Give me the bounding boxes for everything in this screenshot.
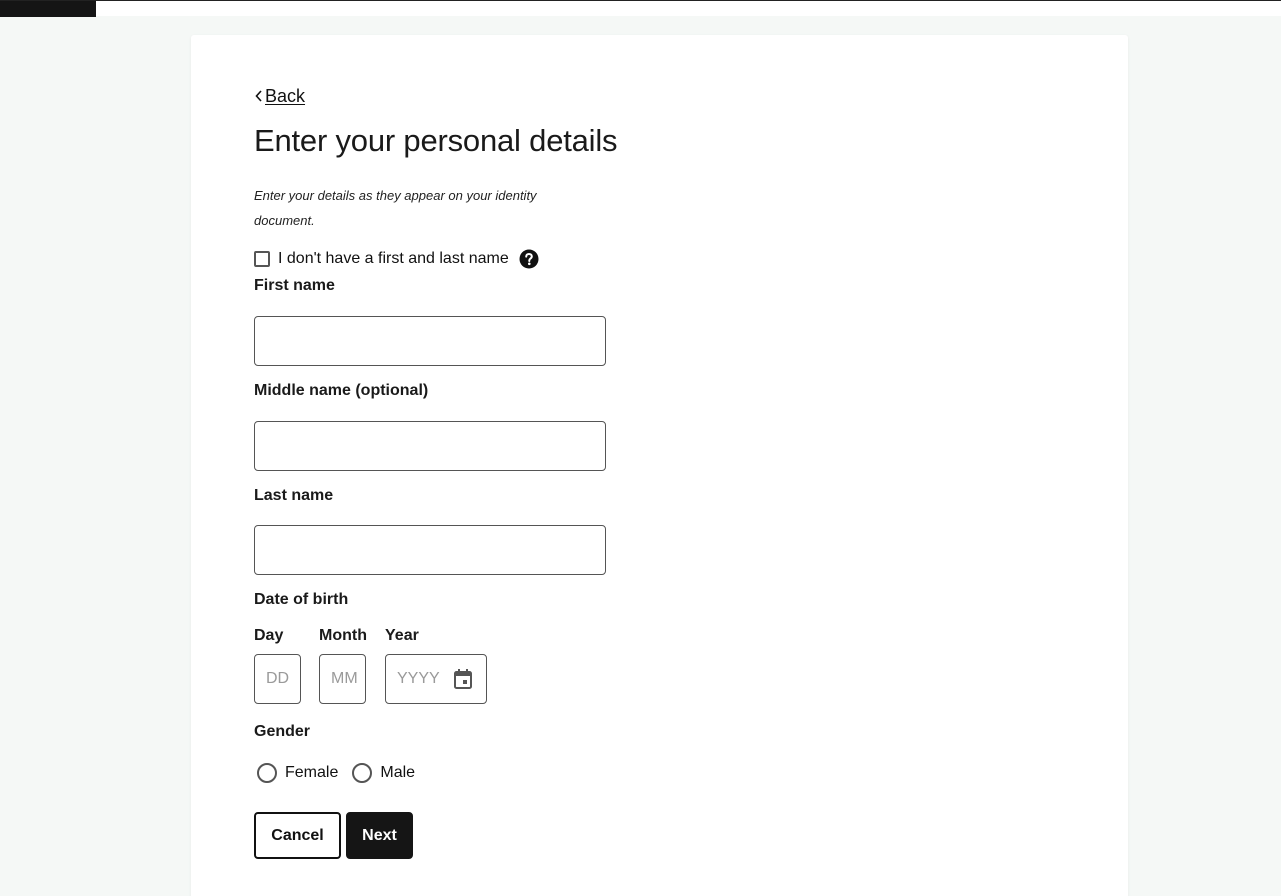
cancel-button[interactable]: Cancel (254, 812, 341, 859)
form-card: Back Enter your personal details Enter y… (191, 35, 1128, 896)
browser-top-bar (0, 0, 1281, 17)
day-input[interactable] (254, 654, 301, 704)
top-bar-tab (0, 1, 96, 17)
middle-name-label: Middle name (optional) (254, 382, 429, 399)
no-name-label: I don't have a first and last name (278, 250, 509, 267)
page-title: Enter your personal details (254, 123, 618, 158)
no-name-option: I don't have a first and last name (254, 248, 539, 270)
last-name-label: Last name (254, 487, 334, 504)
gender-option-male[interactable]: Male (352, 763, 415, 783)
male-label: Male (380, 764, 416, 781)
gender-label: Gender (254, 723, 311, 740)
calendar-icon[interactable] (453, 668, 473, 690)
last-name-input[interactable] (254, 525, 606, 575)
date-of-birth-label: Date of birth (254, 591, 349, 608)
chevron-left-icon (255, 90, 262, 102)
intro-text: Enter your details as they appear on you… (254, 188, 537, 228)
no-name-checkbox[interactable] (254, 251, 270, 267)
month-input[interactable] (319, 654, 366, 704)
year-label: Year (385, 627, 419, 644)
middle-name-input[interactable] (254, 421, 606, 471)
female-label: Female (285, 764, 339, 781)
month-label: Month (319, 627, 367, 644)
next-button[interactable]: Next (346, 812, 413, 859)
first-name-label: First name (254, 277, 335, 294)
gender-options: Female Male (257, 762, 429, 784)
back-link[interactable]: Back (254, 85, 305, 107)
first-name-input[interactable] (254, 316, 606, 366)
day-label: Day (254, 627, 284, 644)
question-circle-icon[interactable] (519, 249, 539, 269)
year-field (385, 654, 487, 704)
back-link-label: Back (265, 85, 306, 106)
male-radio[interactable] (352, 763, 373, 783)
gender-option-female[interactable]: Female (257, 763, 338, 783)
female-radio[interactable] (257, 763, 277, 783)
year-input[interactable] (386, 655, 450, 703)
